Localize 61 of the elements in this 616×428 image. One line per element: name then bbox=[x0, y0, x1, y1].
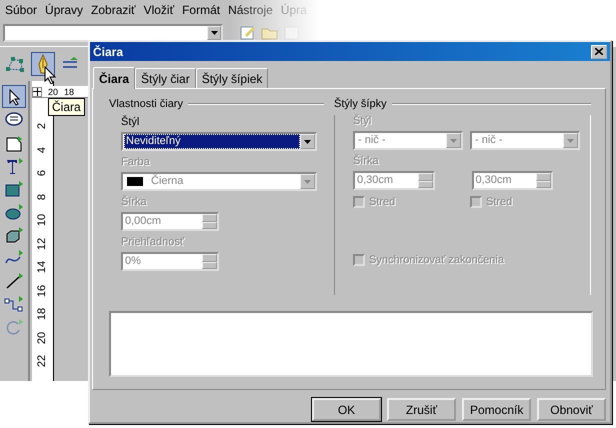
dropdown-value: Čierna bbox=[150, 174, 184, 189]
group-title: Vlastnosti čiary bbox=[109, 98, 183, 110]
field-label: Farba bbox=[121, 156, 150, 168]
dialog-button[interactable]: Obnoviť bbox=[537, 398, 606, 421]
ruler-number: 10 bbox=[36, 214, 50, 226]
close-icon bbox=[595, 48, 603, 55]
dialog-button[interactable]: OK bbox=[312, 398, 381, 421]
menu-item[interactable]: Súbor bbox=[5, 3, 38, 17]
dialog-button[interactable]: Pomocník bbox=[462, 398, 531, 421]
pointer-tool-button[interactable] bbox=[2, 85, 26, 108]
ruler-number: 6 bbox=[36, 170, 50, 176]
points-icon bbox=[5, 55, 25, 73]
menu-item[interactable]: Zobraziť bbox=[91, 3, 136, 17]
pencil-tool-button[interactable] bbox=[31, 52, 55, 76]
tab[interactable]: Štýly čiar bbox=[135, 68, 196, 88]
spin-value: 0,00cm bbox=[124, 214, 162, 229]
field-label: Štýl bbox=[353, 115, 372, 127]
dropdown-value: - nič - bbox=[357, 133, 386, 148]
ruler-number: 8 bbox=[36, 193, 50, 200]
tab[interactable]: Čiara bbox=[93, 67, 136, 89]
field-label: Štýl bbox=[121, 116, 140, 128]
menu-item[interactable]: Nástroje bbox=[228, 3, 273, 17]
rect-icon bbox=[4, 180, 24, 198]
ruler-number: 14 bbox=[36, 260, 50, 274]
bubble-icon bbox=[4, 110, 24, 128]
dialog-button[interactable]: Zrušiť bbox=[387, 398, 456, 421]
ruler-number: 20 bbox=[36, 331, 50, 344]
connector-icon bbox=[4, 294, 24, 312]
text-icon bbox=[4, 156, 24, 174]
rotate-icon bbox=[4, 318, 24, 336]
window-title: Čiara bbox=[93, 44, 124, 58]
ruler-number: 22 bbox=[36, 354, 50, 368]
dropdown-value: - nič - bbox=[474, 133, 504, 148]
spin-value: 0,30cm bbox=[356, 173, 394, 188]
tab[interactable]: Štýly šípiek bbox=[196, 68, 268, 88]
field-label: Šírka bbox=[353, 155, 379, 167]
shape-icon bbox=[4, 134, 24, 152]
field-label: Šírka bbox=[121, 196, 147, 208]
spin-value: 0,30cm bbox=[474, 173, 513, 188]
field-label: Priehľadnosť bbox=[121, 236, 184, 248]
menu-item[interactable]: Formát bbox=[182, 3, 220, 17]
ruler-number: 4 bbox=[36, 146, 50, 153]
group-title: Štýly šípky bbox=[334, 98, 387, 110]
line-icon bbox=[4, 272, 24, 290]
ruler-number: 18 bbox=[36, 308, 50, 320]
dropdown-field[interactable]: Neviditeľný bbox=[121, 132, 317, 151]
close-button[interactable] bbox=[591, 44, 607, 58]
combo-field[interactable] bbox=[3, 24, 223, 42]
cube-icon bbox=[4, 226, 24, 244]
edit-document-icon[interactable] bbox=[239, 25, 257, 41]
ruler-number: 20 bbox=[48, 86, 58, 96]
ellipse-icon bbox=[4, 202, 24, 220]
ruler-number: 16 bbox=[36, 284, 50, 297]
dropdown-value: Neviditeľný bbox=[124, 134, 300, 149]
ruler-number: 2 bbox=[36, 122, 50, 130]
menu-item[interactable]: Úpravy bbox=[45, 3, 84, 17]
ruler-number: 18 bbox=[64, 86, 74, 96]
spin-value: 0% bbox=[124, 254, 142, 269]
tooltip: Čiara bbox=[48, 98, 85, 116]
ruler-number: 12 bbox=[36, 237, 50, 250]
menu-item[interactable]: Vložiť bbox=[144, 3, 174, 17]
